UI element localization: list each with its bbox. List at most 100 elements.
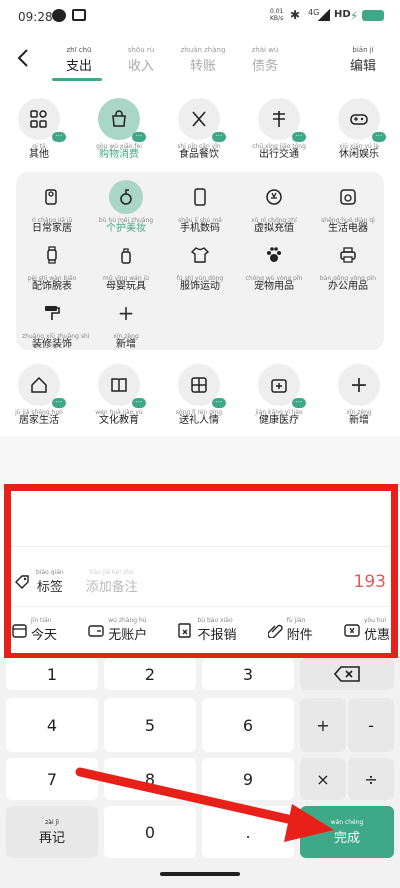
subcategory-item[interactable]: xū nǐ chōng zhí 虚拟充值 xyxy=(244,180,304,234)
tab-income[interactable]: shōu rù 收入 xyxy=(110,46,172,74)
plus-icon: + xyxy=(349,372,369,398)
status-time: 09:28 xyxy=(18,10,53,24)
category-health[interactable]: ··· jiàn kāng yī liáo 健康医疗 xyxy=(250,364,308,426)
subcategory-item[interactable]: zhuāng xiū zhuāng shì 装修装饰 xyxy=(22,296,89,350)
done-button[interactable]: wán chéng 完成 xyxy=(300,806,394,858)
bluetooth-icon: ✱ xyxy=(290,8,301,22)
tab-transfer[interactable]: zhuǎn zhàng 转账 xyxy=(172,46,234,74)
more-badge: ··· xyxy=(212,398,226,408)
back-arrow-icon[interactable] xyxy=(16,48,30,68)
subcategory-item[interactable]: shǒu jī shù mǎ 手机数码 xyxy=(170,180,230,234)
tab-debt[interactable]: zhài wù 债务 xyxy=(234,46,296,74)
backspace-icon xyxy=(334,666,360,682)
grid-icon xyxy=(30,110,47,128)
category-label: 其他 xyxy=(29,149,49,160)
key-9[interactable]: 9 xyxy=(202,758,294,800)
category-other[interactable]: ··· qí tā 其他 xyxy=(10,98,68,160)
chat-app-icon xyxy=(52,9,66,22)
times-key[interactable]: × xyxy=(300,758,346,800)
category-transport[interactable]: ··· chū xíng jiāo tōng 出行交通 xyxy=(250,98,308,160)
category-gifts[interactable]: ··· sòng lǐ rén qíng 送礼人情 xyxy=(170,364,228,426)
category-label: 健康医疗 xyxy=(259,415,299,426)
notification-app-icon xyxy=(72,9,86,21)
key-4[interactable]: 4 xyxy=(6,698,98,752)
subcategory-add-new[interactable]: + xīn zēng 新增 xyxy=(96,296,156,350)
top-bar: zhī chū 支出 shōu rù 收入 zhuǎn zhàng 转账 zhài w… xyxy=(0,34,400,96)
keypad: 1 2 3 4 5 6 + - 7 8 9 × ÷ zài jì 再记 0 . w… xyxy=(0,658,400,888)
watch-icon xyxy=(47,246,57,264)
signal-icon xyxy=(318,9,330,21)
record-again-key[interactable]: zài jì 再记 xyxy=(6,806,98,858)
category-label: 出行交通 xyxy=(259,149,299,160)
minus-key[interactable]: - xyxy=(348,698,394,752)
more-badge: ··· xyxy=(212,132,226,142)
clothes-icon xyxy=(191,247,209,263)
category-label: 食品餐饮 xyxy=(179,149,219,160)
battery-icon xyxy=(362,10,384,21)
category-label: 休闲娱乐 xyxy=(339,149,379,160)
backspace-key[interactable] xyxy=(300,658,394,690)
type-tabs: zhī chū 支出 shōu rù 收入 zhuǎn zhàng 转账 zhài w… xyxy=(48,46,296,74)
subcategory-panel: rì cháng jiā jū 日常家居 bù hù měi zhuāng 个护美妆… xyxy=(16,172,384,350)
charging-icon: ⚡ xyxy=(350,9,359,23)
category-home[interactable]: ··· jū jiā shēng huó 居家生活 xyxy=(10,364,68,426)
subcategory-item[interactable]: fú shì yùn dòng 服饰运动 xyxy=(170,238,230,292)
edit-button[interactable]: biān jí 编辑 xyxy=(350,46,376,74)
home-indicator xyxy=(160,872,240,876)
key-2[interactable]: 2 xyxy=(104,658,196,690)
dot-key[interactable]: . xyxy=(202,806,294,858)
category-add-new[interactable]: + xīn zēng 新增 xyxy=(330,364,388,426)
more-badge: ··· xyxy=(292,398,306,408)
printer-icon xyxy=(340,247,356,263)
fork-knife-icon xyxy=(192,111,206,127)
more-badge: ··· xyxy=(132,398,146,408)
subcategory-item[interactable]: shēng huó diàn qì 生活电器 xyxy=(318,180,378,234)
key-3[interactable]: 3 xyxy=(202,658,294,690)
key-0[interactable]: 0 xyxy=(104,806,196,858)
category-shopping[interactable]: ··· gòu wù xiāo fèi 购物消费 xyxy=(90,98,148,160)
appliance-icon xyxy=(340,189,356,205)
tab-expense[interactable]: zhī chū 支出 xyxy=(48,46,110,74)
subcategory-item[interactable]: pèi shì wàn biǎo 配饰腕表 xyxy=(22,238,82,292)
paw-icon xyxy=(267,247,281,262)
subcategory-item[interactable]: mǔ yīng wán jù 母婴玩具 xyxy=(96,238,156,292)
plus-key[interactable]: + xyxy=(300,698,346,752)
key-5[interactable]: 5 xyxy=(104,698,196,752)
category-education[interactable]: ··· wén huà jiào yù 文化教育 xyxy=(90,364,148,426)
key-8[interactable]: 8 xyxy=(104,758,196,800)
house-icon xyxy=(31,376,47,393)
subcategory-item[interactable]: bàn gōng yòng pǐn 办公用品 xyxy=(318,238,378,292)
status-bar: 09:28 0.01 KB/s ✱ 4G HD ⚡ xyxy=(0,0,400,34)
key-1[interactable]: 1 xyxy=(6,658,98,690)
book-icon xyxy=(111,378,127,392)
divide-key[interactable]: ÷ xyxy=(348,758,394,800)
key-6[interactable]: 6 xyxy=(202,698,294,752)
category-label: 购物消费 xyxy=(99,149,139,160)
more-badge: ··· xyxy=(372,132,386,142)
category-label: 文化教育 xyxy=(99,415,139,426)
baby-bottle-icon xyxy=(121,248,131,264)
more-badge: ··· xyxy=(52,132,66,142)
category-food[interactable]: ··· shí pǐn cān yǐn 食品餐饮 xyxy=(170,98,228,160)
network-speed: 0.01 KB/s xyxy=(270,8,284,22)
category-label: 新增 xyxy=(349,415,369,426)
phone-icon xyxy=(194,188,206,206)
subcategory-item[interactable]: chǒng wù yòng pǐn 宠物用品 xyxy=(244,238,304,292)
tab-underline xyxy=(52,78,102,81)
category-leisure[interactable]: ··· xiū xián yú lè 休闲娱乐 xyxy=(330,98,388,160)
plus-icon: + xyxy=(117,301,135,325)
key-7[interactable]: 7 xyxy=(6,758,98,800)
signpost-icon xyxy=(273,111,285,127)
medical-kit-icon xyxy=(271,379,287,393)
highlight-box xyxy=(4,484,398,660)
subcategory-item[interactable]: rì cháng jiā jū 日常家居 xyxy=(22,180,82,234)
more-badge: ··· xyxy=(292,132,306,142)
cosmetics-icon xyxy=(120,189,132,205)
category-label: 送礼人情 xyxy=(179,415,219,426)
hd-indicator: HD xyxy=(334,9,351,20)
gift-icon xyxy=(191,377,207,393)
more-badge: ··· xyxy=(52,398,66,408)
more-badge: ··· xyxy=(132,132,146,142)
paint-roller-icon xyxy=(45,306,60,320)
subcategory-item-selected[interactable]: bù hù měi zhuāng 个护美妆 xyxy=(96,180,156,234)
